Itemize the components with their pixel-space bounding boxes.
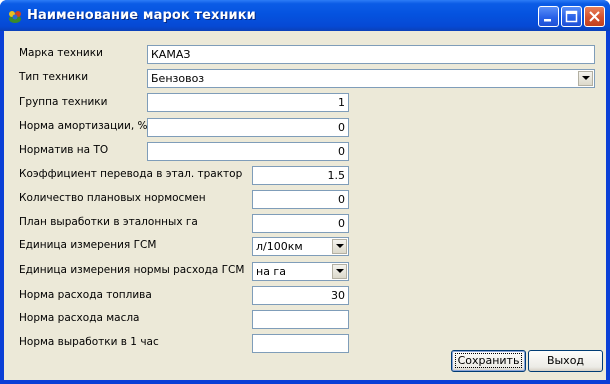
chevron-down-icon — [336, 269, 344, 273]
exit-button[interactable]: Выход — [528, 350, 603, 372]
normativ-to-label: Норматив на ТО — [19, 144, 109, 156]
koef-label: Коэффициент перевода в этал. трактор — [19, 168, 243, 180]
tip-select-value: Бензовоз — [151, 72, 205, 85]
tip-dropdown-button[interactable] — [578, 71, 593, 86]
window-title: Наименование марок техники — [27, 8, 256, 23]
marka-input[interactable]: КАМАЗ — [147, 45, 595, 64]
ed-gsm-select[interactable]: л/100км — [252, 237, 349, 256]
chevron-down-icon — [336, 244, 344, 248]
title-bar[interactable]: Наименование марок техники — [0, 0, 610, 31]
tip-label: Тип техники — [19, 71, 89, 83]
ed-gsm-label: Единица измерения ГСМ — [19, 239, 157, 251]
plan-vyr-input[interactable]: 0 — [252, 214, 349, 233]
close-button[interactable] — [584, 6, 605, 27]
maximize-icon — [565, 10, 578, 23]
app-window: Наименование марок техники Марка техники… — [0, 0, 610, 384]
gruppa-label: Группа техники — [19, 96, 108, 108]
ed-norm-gsm-select[interactable]: на га — [252, 262, 349, 281]
amort-input[interactable]: 0 — [147, 118, 349, 137]
koef-input[interactable]: 1.5 — [252, 166, 349, 185]
save-button-label: Сохранить — [454, 353, 523, 368]
kol-norm-input[interactable]: 0 — [252, 190, 349, 209]
ed-gsm-dropdown-button[interactable] — [332, 239, 347, 254]
norma-masla-input[interactable] — [252, 310, 349, 329]
close-icon — [589, 11, 600, 22]
save-button[interactable]: Сохранить — [451, 350, 526, 372]
tip-select[interactable]: Бензовоз — [147, 69, 595, 88]
norma-vyr-input[interactable] — [252, 334, 349, 353]
gruppa-input[interactable]: 1 — [147, 93, 349, 112]
ed-norm-gsm-select-value: на га — [256, 265, 286, 278]
maximize-button[interactable] — [561, 6, 582, 27]
kol-norm-label: Количество плановых нормосмен — [19, 192, 206, 204]
norma-topl-input[interactable]: 30 — [252, 286, 349, 305]
norma-masla-label: Норма расхода масла — [19, 312, 140, 324]
chevron-down-icon — [582, 76, 590, 80]
norma-topl-label: Норма расхода топлива — [19, 289, 152, 301]
plan-vyr-label: План выработки в эталонных га — [19, 216, 198, 228]
minimize-icon — [544, 19, 551, 22]
norma-vyr-label: Норма выработки в 1 час — [19, 336, 159, 348]
exit-button-label: Выход — [546, 354, 585, 367]
normativ-to-input[interactable]: 0 — [147, 142, 349, 161]
amort-label: Норма амортизации, % — [19, 120, 148, 132]
form-area: Марка техники КАМАЗ Тип техники Бензовоз… — [4, 31, 606, 380]
app-icon — [9, 11, 21, 23]
ed-norm-gsm-label: Единица измерения нормы расхода ГСМ — [19, 264, 245, 276]
minimize-button[interactable] — [538, 6, 559, 27]
marka-label: Марка техники — [19, 47, 103, 59]
ed-norm-gsm-dropdown-button[interactable] — [332, 264, 347, 279]
window-bottom-border — [0, 380, 610, 384]
ed-gsm-select-value: л/100км — [256, 240, 303, 253]
